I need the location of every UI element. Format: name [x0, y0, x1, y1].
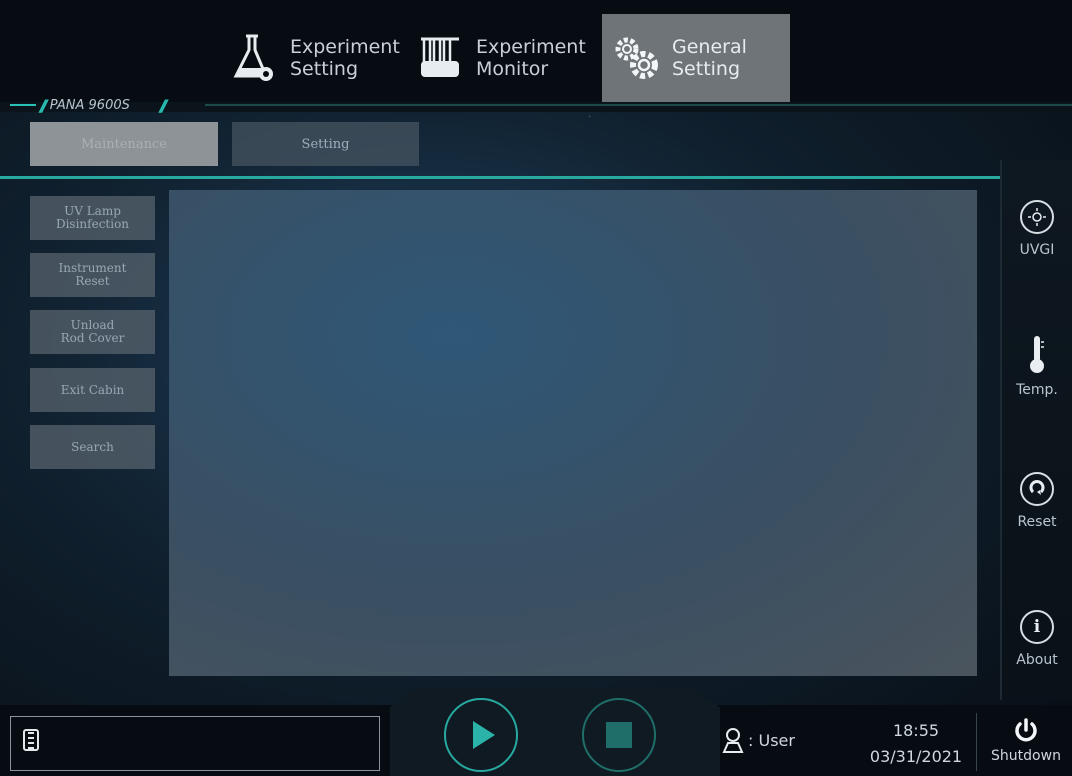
uv-lamp-disinfection-button[interactable]: UV Lamp Disinfection: [30, 196, 155, 240]
subtab-maintenance[interactable]: Maintenance: [30, 122, 218, 166]
brand-divider-left: [10, 104, 36, 106]
thermometer-icon: [1027, 334, 1047, 374]
main-content-panel: [169, 190, 977, 676]
unload-rod-line1: Unload: [70, 318, 115, 332]
uv-lamp-line1: UV Lamp: [64, 204, 121, 218]
reset-label: Reset: [1017, 514, 1057, 530]
footer-divider: [976, 713, 977, 771]
tab-general-setting[interactable]: General Setting: [602, 14, 790, 102]
instrument-reset-button[interactable]: Instrument Reset: [30, 253, 155, 297]
datetime-display: 18:55 03/31/2021: [856, 718, 976, 770]
sun-icon: [1020, 200, 1054, 234]
user-indicator: : User: [722, 727, 795, 753]
tab-experiment-monitor-line1: Experiment: [476, 36, 586, 58]
flask-gear-icon: [226, 30, 282, 86]
brand-label: // PANA 9600S //: [40, 96, 167, 115]
slash-decoration-left: //: [40, 96, 47, 115]
subtab-setting[interactable]: Setting: [232, 122, 419, 166]
exit-cabin-button[interactable]: Exit Cabin: [30, 368, 155, 412]
control-frame: [390, 688, 720, 776]
shutdown-label: Shutdown: [991, 748, 1061, 764]
reset-icon: [1020, 472, 1054, 506]
tab-experiment-monitor-line2: Monitor: [476, 58, 549, 80]
about-button[interactable]: i About: [1002, 610, 1072, 668]
uv-lamp-line2: Disinfection: [55, 217, 130, 231]
clock-time: 18:55: [892, 721, 940, 740]
tab-general-setting-line2: Setting: [672, 58, 741, 80]
temp-label: Temp.: [1016, 382, 1058, 398]
user-label: : User: [748, 730, 795, 750]
instrument-reset-line1: Instrument: [58, 261, 127, 275]
reset-button[interactable]: Reset: [1002, 472, 1072, 530]
uvgi-label: UVGI: [1019, 242, 1055, 258]
clock-date: 03/31/2021: [869, 747, 963, 766]
tab-general-setting-line1: General: [672, 36, 747, 58]
search-label: Search: [71, 439, 114, 454]
info-icon: i: [1020, 610, 1054, 644]
tab-experiment-setting-line2: Setting: [290, 58, 359, 80]
about-label: About: [1016, 652, 1058, 668]
search-button[interactable]: Search: [30, 425, 155, 469]
section-divider: [0, 176, 1000, 179]
temp-button[interactable]: Temp.: [1002, 334, 1072, 398]
brand-name: PANA 9600S: [49, 98, 130, 113]
tab-experiment-monitor[interactable]: Experiment Monitor: [412, 14, 598, 102]
power-icon: [1015, 718, 1037, 742]
stop-button[interactable]: [582, 698, 656, 772]
stop-icon: [606, 722, 632, 748]
exit-cabin-label: Exit Cabin: [60, 382, 125, 397]
user-icon: [722, 727, 744, 753]
unload-rod-cover-button[interactable]: Unload Rod Cover: [30, 310, 155, 354]
tab-experiment-setting[interactable]: Experiment Setting: [226, 14, 406, 102]
brand-divider-right: [205, 104, 1072, 106]
slash-decoration-right: //: [159, 96, 167, 115]
log-panel[interactable]: [10, 716, 380, 771]
test-tubes-icon: [412, 30, 468, 86]
play-button[interactable]: [444, 698, 518, 772]
log-icon[interactable]: [23, 729, 39, 751]
shutdown-button[interactable]: Shutdown: [980, 718, 1072, 764]
gears-icon: [608, 30, 664, 86]
top-navigation: Experiment Setting Experiment Monitor Ge…: [0, 0, 1072, 102]
unload-rod-line2: Rod Cover: [60, 331, 125, 345]
tab-experiment-setting-line1: Experiment: [290, 36, 400, 58]
instrument-reset-line2: Reset: [75, 274, 110, 288]
play-icon: [473, 721, 495, 749]
uvgi-button[interactable]: UVGI: [1002, 200, 1072, 258]
